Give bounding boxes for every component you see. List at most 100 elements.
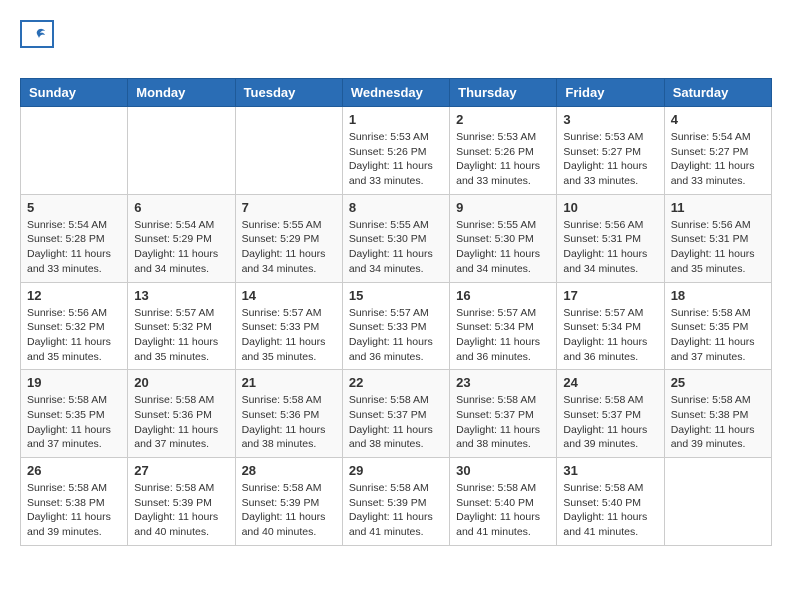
day-info: Sunrise: 5:54 AM Sunset: 5:28 PM Dayligh… xyxy=(27,218,121,277)
day-number: 7 xyxy=(242,200,336,215)
day-number: 21 xyxy=(242,375,336,390)
day-info: Sunrise: 5:58 AM Sunset: 5:35 PM Dayligh… xyxy=(27,393,121,452)
day-info: Sunrise: 5:55 AM Sunset: 5:30 PM Dayligh… xyxy=(456,218,550,277)
day-info: Sunrise: 5:58 AM Sunset: 5:37 PM Dayligh… xyxy=(563,393,657,452)
day-number: 4 xyxy=(671,112,765,127)
day-number: 9 xyxy=(456,200,550,215)
calendar-week-row: 5Sunrise: 5:54 AM Sunset: 5:28 PM Daylig… xyxy=(21,194,772,282)
day-info: Sunrise: 5:58 AM Sunset: 5:39 PM Dayligh… xyxy=(242,481,336,540)
calendar-week-row: 1 Sunrise: 5:53 AM Sunset: 5:26 PM Daylig… xyxy=(21,107,772,195)
calendar-cell: 5Sunrise: 5:54 AM Sunset: 5:28 PM Daylig… xyxy=(21,194,128,282)
calendar-cell: 1 Sunrise: 5:53 AM Sunset: 5:26 PM Daylig… xyxy=(342,107,449,195)
day-number: 10 xyxy=(563,200,657,215)
day-info: Sunrise: 5:58 AM Sunset: 5:38 PM Dayligh… xyxy=(671,393,765,452)
calendar-week-row: 26 Sunrise: 5:58 AM Sunset: 5:38 PM Dayli… xyxy=(21,458,772,546)
calendar-cell: 26 Sunrise: 5:58 AM Sunset: 5:38 PM Dayli… xyxy=(21,458,128,546)
day-info: Sunrise: 5:58 AM Sunset: 5:38 PM Dayligh… xyxy=(27,481,121,540)
calendar-cell: 13 Sunrise: 5:57 AM Sunset: 5:32 PM Dayli… xyxy=(128,282,235,370)
day-info: Sunrise: 5:57 AM Sunset: 5:32 PM Dayligh… xyxy=(134,306,228,365)
day-number: 1 xyxy=(349,112,443,127)
day-number: 28 xyxy=(242,463,336,478)
weekday-header: Sunday xyxy=(21,79,128,107)
day-info: Sunrise: 5:54 AM Sunset: 5:27 PM Dayligh… xyxy=(671,130,765,189)
calendar-cell: 2Sunrise: 5:53 AM Sunset: 5:26 PM Daylig… xyxy=(450,107,557,195)
calendar-cell: 29Sunrise: 5:58 AM Sunset: 5:39 PM Dayli… xyxy=(342,458,449,546)
day-number: 26 xyxy=(27,463,121,478)
page-header xyxy=(20,20,772,68)
day-number: 12 xyxy=(27,288,121,303)
weekday-header: Monday xyxy=(128,79,235,107)
day-number: 20 xyxy=(134,375,228,390)
day-number: 17 xyxy=(563,288,657,303)
day-info: Sunrise: 5:56 AM Sunset: 5:31 PM Dayligh… xyxy=(563,218,657,277)
calendar-cell: 30 Sunrise: 5:58 AM Sunset: 5:40 PM Dayli… xyxy=(450,458,557,546)
logo-box xyxy=(20,20,54,48)
day-info: Sunrise: 5:57 AM Sunset: 5:33 PM Dayligh… xyxy=(349,306,443,365)
calendar-week-row: 12 Sunrise: 5:56 AM Sunset: 5:32 PM Dayli… xyxy=(21,282,772,370)
day-info: Sunrise: 5:58 AM Sunset: 5:37 PM Dayligh… xyxy=(456,393,550,452)
calendar-cell: 24 Sunrise: 5:58 AM Sunset: 5:37 PM Dayli… xyxy=(557,370,664,458)
day-info: Sunrise: 5:58 AM Sunset: 5:37 PM Dayligh… xyxy=(349,393,443,452)
day-number: 6 xyxy=(134,200,228,215)
calendar-header-row: SundayMondayTuesdayWednesdayThursdayFrid… xyxy=(21,79,772,107)
calendar-cell: 17 Sunrise: 5:57 AM Sunset: 5:34 PM Dayli… xyxy=(557,282,664,370)
calendar-cell: 16 Sunrise: 5:57 AM Sunset: 5:34 PM Dayli… xyxy=(450,282,557,370)
day-info: Sunrise: 5:58 AM Sunset: 5:36 PM Dayligh… xyxy=(134,393,228,452)
weekday-header: Friday xyxy=(557,79,664,107)
day-number: 14 xyxy=(242,288,336,303)
calendar-cell: 25 Sunrise: 5:58 AM Sunset: 5:38 PM Dayli… xyxy=(664,370,771,458)
day-info: Sunrise: 5:58 AM Sunset: 5:40 PM Dayligh… xyxy=(456,481,550,540)
day-number: 19 xyxy=(27,375,121,390)
day-number: 27 xyxy=(134,463,228,478)
day-number: 30 xyxy=(456,463,550,478)
calendar-cell: 31 Sunrise: 5:58 AM Sunset: 5:40 PM Dayli… xyxy=(557,458,664,546)
calendar-cell xyxy=(235,107,342,195)
calendar-cell: 20 Sunrise: 5:58 AM Sunset: 5:36 PM Dayli… xyxy=(128,370,235,458)
day-info: Sunrise: 5:54 AM Sunset: 5:29 PM Dayligh… xyxy=(134,218,228,277)
calendar-cell: 23 Sunrise: 5:58 AM Sunset: 5:37 PM Dayli… xyxy=(450,370,557,458)
calendar-cell: 3Sunrise: 5:53 AM Sunset: 5:27 PM Daylig… xyxy=(557,107,664,195)
day-info: Sunrise: 5:58 AM Sunset: 5:40 PM Dayligh… xyxy=(563,481,657,540)
calendar-cell: 8Sunrise: 5:55 AM Sunset: 5:30 PM Daylig… xyxy=(342,194,449,282)
day-number: 18 xyxy=(671,288,765,303)
calendar-cell: 21 Sunrise: 5:58 AM Sunset: 5:36 PM Dayli… xyxy=(235,370,342,458)
day-info: Sunrise: 5:56 AM Sunset: 5:32 PM Dayligh… xyxy=(27,306,121,365)
day-number: 15 xyxy=(349,288,443,303)
day-number: 31 xyxy=(563,463,657,478)
day-number: 23 xyxy=(456,375,550,390)
calendar-cell: 4 Sunrise: 5:54 AM Sunset: 5:27 PM Daylig… xyxy=(664,107,771,195)
calendar-cell: 19 Sunrise: 5:58 AM Sunset: 5:35 PM Dayli… xyxy=(21,370,128,458)
day-info: Sunrise: 5:57 AM Sunset: 5:34 PM Dayligh… xyxy=(563,306,657,365)
day-info: Sunrise: 5:57 AM Sunset: 5:33 PM Dayligh… xyxy=(242,306,336,365)
calendar-week-row: 19 Sunrise: 5:58 AM Sunset: 5:35 PM Dayli… xyxy=(21,370,772,458)
day-info: Sunrise: 5:57 AM Sunset: 5:34 PM Dayligh… xyxy=(456,306,550,365)
day-info: Sunrise: 5:56 AM Sunset: 5:31 PM Dayligh… xyxy=(671,218,765,277)
day-info: Sunrise: 5:53 AM Sunset: 5:26 PM Dayligh… xyxy=(349,130,443,189)
day-number: 24 xyxy=(563,375,657,390)
calendar-cell: 15 Sunrise: 5:57 AM Sunset: 5:33 PM Dayli… xyxy=(342,282,449,370)
day-number: 3 xyxy=(563,112,657,127)
calendar-cell: 7 Sunrise: 5:55 AM Sunset: 5:29 PM Daylig… xyxy=(235,194,342,282)
day-info: Sunrise: 5:58 AM Sunset: 5:36 PM Dayligh… xyxy=(242,393,336,452)
calendar-cell: 6 Sunrise: 5:54 AM Sunset: 5:29 PM Daylig… xyxy=(128,194,235,282)
day-info: Sunrise: 5:58 AM Sunset: 5:39 PM Dayligh… xyxy=(134,481,228,540)
calendar-cell: 14 Sunrise: 5:57 AM Sunset: 5:33 PM Dayli… xyxy=(235,282,342,370)
logo-bird-icon xyxy=(29,26,47,44)
day-number: 11 xyxy=(671,200,765,215)
day-number: 13 xyxy=(134,288,228,303)
calendar-cell xyxy=(664,458,771,546)
calendar-cell xyxy=(21,107,128,195)
weekday-header: Wednesday xyxy=(342,79,449,107)
day-number: 25 xyxy=(671,375,765,390)
calendar-cell xyxy=(128,107,235,195)
day-number: 22 xyxy=(349,375,443,390)
calendar-cell: 9 Sunrise: 5:55 AM Sunset: 5:30 PM Daylig… xyxy=(450,194,557,282)
day-info: Sunrise: 5:58 AM Sunset: 5:39 PM Dayligh… xyxy=(349,481,443,540)
day-number: 16 xyxy=(456,288,550,303)
calendar-cell: 28 Sunrise: 5:58 AM Sunset: 5:39 PM Dayli… xyxy=(235,458,342,546)
day-number: 2 xyxy=(456,112,550,127)
day-info: Sunrise: 5:55 AM Sunset: 5:30 PM Dayligh… xyxy=(349,218,443,277)
day-info: Sunrise: 5:55 AM Sunset: 5:29 PM Dayligh… xyxy=(242,218,336,277)
weekday-header: Saturday xyxy=(664,79,771,107)
calendar-cell: 18Sunrise: 5:58 AM Sunset: 5:35 PM Dayli… xyxy=(664,282,771,370)
